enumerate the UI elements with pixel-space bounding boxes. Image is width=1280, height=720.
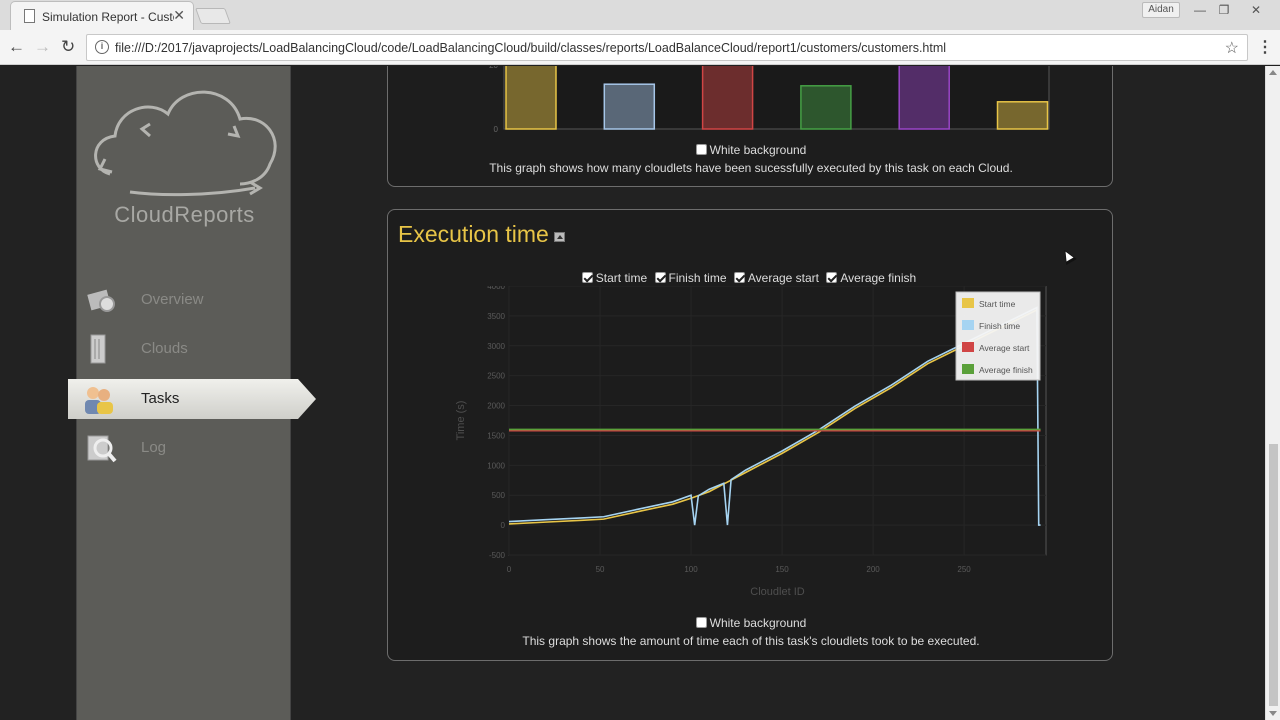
overview-icon [87, 289, 115, 312]
y-axis-label: Time (s) [455, 401, 467, 441]
start-time-checkbox[interactable] [581, 272, 593, 283]
white-background-checkbox[interactable] [695, 144, 707, 155]
y-tick-label: 1000 [487, 461, 505, 470]
toggle-label: Start time [595, 271, 648, 285]
plot-area [503, 66, 1050, 130]
x-tick-label: 250 [957, 565, 971, 574]
address-bar[interactable]: i file:///D:/2017/javaprojects/LoadBalan… [86, 34, 1248, 61]
x-tick-label: 50 [596, 565, 605, 574]
logo-text: CloudReports [114, 202, 255, 227]
legend-label: Start time [979, 299, 1016, 309]
sidebar-item-label: Overview [141, 291, 204, 308]
y-tick-label: 4000 [487, 286, 505, 291]
x-axis-label: Cloudlet ID [750, 586, 804, 598]
x-tick-label: 0 [507, 565, 512, 574]
sidebar-item-overview[interactable]: Overview [77, 280, 292, 320]
series-toggles: Start time Finish time Average start Ave… [388, 271, 1114, 285]
sidebar: CloudReports Overview Clouds Tasks Log [68, 66, 316, 720]
execution-time-chart: -500050010001500200025003000350040000 50 1… [455, 286, 1047, 598]
close-tab-icon[interactable]: ✕ [173, 7, 185, 23]
toggle-label: Average finish [840, 271, 917, 285]
x-tick-label: 200 [866, 565, 880, 574]
page-icon [24, 9, 35, 23]
sidebar-item-label: Clouds [141, 340, 188, 357]
clouds-icon [90, 334, 106, 364]
forward-button[interactable]: → [34, 37, 51, 57]
white-background-toggle[interactable]: White background [388, 143, 1114, 157]
y-tick-label: 3500 [487, 312, 505, 321]
y-tick-label: 1500 [487, 431, 505, 440]
bookmark-star-icon[interactable]: ☆ [1225, 38, 1239, 58]
sidebar-item-label: Tasks [141, 390, 180, 407]
legend-swatch [962, 298, 974, 308]
page-scrollbar[interactable] [1265, 66, 1280, 720]
y-tick-label: 0 [501, 521, 506, 530]
legend-swatch [962, 342, 974, 352]
y-tick-label: 500 [492, 491, 506, 500]
url-text[interactable]: file:///D:/2017/javaprojects/LoadBalanci… [115, 41, 946, 55]
panel-title: Execution time [398, 221, 549, 247]
sidebar-item-log[interactable]: Log [77, 428, 292, 468]
bar [505, 66, 557, 130]
new-tab-button[interactable] [195, 8, 231, 24]
white-background-toggle[interactable]: White background [388, 616, 1114, 630]
x-tick-label: 100 [684, 565, 698, 574]
chart-description: This graph shows the amount of time each… [522, 634, 980, 648]
sidebar-item-clouds[interactable]: Clouds [77, 329, 292, 369]
profile-button[interactable]: Aidan [1142, 2, 1180, 18]
log-icon [87, 435, 117, 463]
restore-button[interactable]: ❐ [1210, 1, 1238, 19]
scroll-up-icon[interactable] [1269, 70, 1277, 75]
y-tick-label: 2000 [487, 402, 505, 411]
legend-label: Finish time [979, 321, 1020, 331]
tab-title: Simulation Report - Customers [42, 10, 174, 24]
chart-description: This graph shows how many cloudlets have… [489, 161, 1013, 175]
close-window-button[interactable]: ✕ [1242, 1, 1270, 19]
back-button[interactable]: ← [8, 37, 25, 57]
white-background-label: White background [709, 143, 807, 157]
y-tick-label: 2500 [487, 372, 505, 381]
info-icon[interactable]: i [95, 40, 109, 54]
tasks-icon [85, 387, 113, 414]
browser-tab[interactable]: Simulation Report - Customers ✕ [10, 1, 194, 30]
toggle-label: Finish time [668, 271, 727, 285]
bar [996, 101, 1049, 130]
report-page: CloudReports Overview Clouds Tasks Log 2… [0, 66, 1265, 720]
tab-strip: Simulation Report - Customers ✕ Aidan — … [0, 0, 1280, 30]
sidebar-item-label: Log [141, 439, 167, 456]
bar [603, 83, 656, 130]
legend-swatch [962, 364, 974, 374]
average-start-checkbox[interactable] [733, 272, 745, 283]
x-tick-label: 150 [775, 565, 789, 574]
finish-time-checkbox[interactable] [654, 272, 666, 283]
legend-label: Average finish [979, 365, 1033, 375]
y-tick-label: -500 [489, 551, 506, 560]
y-tick-label: 3000 [487, 342, 505, 351]
scroll-thumb[interactable] [1269, 444, 1278, 706]
collapse-button[interactable] [554, 232, 565, 242]
cloud-logo-icon [94, 90, 277, 197]
y-tick-label: 0 [494, 125, 499, 134]
bar [701, 66, 754, 130]
cloudlets-bar-chart: 20 0 [489, 66, 1050, 134]
browser-menu-icon[interactable]: ⋮ [1257, 37, 1273, 57]
legend-swatch [962, 320, 974, 330]
browser-toolbar: ← → ↻ i file:///D:/2017/javaprojects/Loa… [0, 30, 1280, 65]
cloudlets-panel: 20 0 White background This graph shows ho… [387, 66, 1113, 187]
reload-button[interactable]: ↻ [61, 37, 75, 57]
white-background-checkbox[interactable] [695, 617, 707, 628]
bar [800, 85, 852, 130]
toggle-label: Average start [747, 271, 820, 285]
white-background-label: White background [709, 616, 807, 630]
scroll-down-icon[interactable] [1269, 711, 1277, 716]
bar [898, 66, 950, 130]
execution-time-panel: Execution time Start time Finish time Av… [387, 209, 1113, 661]
sidebar-item-tasks[interactable]: Tasks [68, 379, 316, 419]
y-tick-label: 20 [489, 66, 498, 70]
legend-label: Average start [979, 343, 1030, 353]
average-finish-checkbox[interactable] [826, 272, 838, 283]
